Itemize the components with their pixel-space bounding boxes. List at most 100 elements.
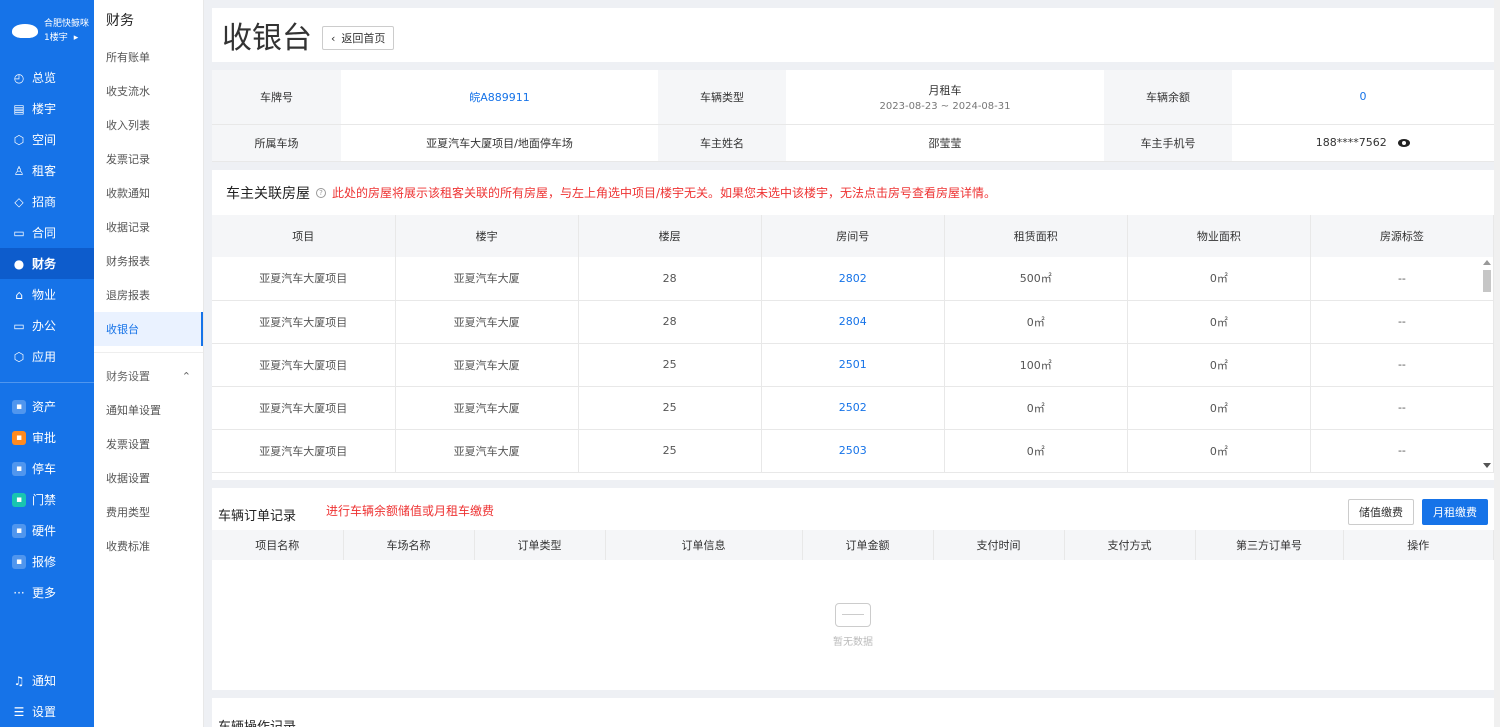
nav-app-label: 审批 [32,431,57,445]
submenu-item[interactable]: 收款通知 [94,176,203,210]
owner-name-label: 车主姓名 [658,124,786,162]
nav-app-5[interactable]: ▪ 报修 [0,546,94,577]
page-scrollbar[interactable] [1494,0,1500,727]
nav-item-8[interactable]: ▭ 办公 [0,310,94,341]
nav-app-label: 硬件 [32,524,57,538]
scroll-down-arrow-icon[interactable] [1483,463,1491,468]
nav-item-4[interactable]: ◇ 招商 [0,186,94,217]
submenu-setting-item[interactable]: 费用类型 [94,495,203,529]
nav-item-settings[interactable]: ☰ 设置 [0,696,94,727]
tag-icon: ◇ [14,194,24,209]
table-cell: 亚夏汽车大厦项目 [212,343,396,387]
nav-app-1[interactable]: ▪ 审批 [0,422,94,453]
help-icon[interactable]: ? [316,187,326,198]
orders-column-header: 支付方式 [1064,530,1196,560]
table-row: 亚夏汽车大厦项目 亚夏汽车大厦 28 2804 0㎡ 0㎡ -- [212,300,1495,344]
table-cell: 亚夏汽车大厦项目 [212,300,396,344]
rooms-scrollbar[interactable] [1482,258,1492,470]
nav-item-notify[interactable]: ♫ 通知 [0,665,94,696]
dashboard-icon: ◴ [13,70,25,85]
submenu-setting-item[interactable]: 收据设置 [94,461,203,495]
submenu-item[interactable]: 发票记录 [94,142,203,176]
submenu-divider [94,352,203,353]
orders-column-header: 车场名称 [343,530,475,560]
nav-app-3[interactable]: ▪ 门禁 [0,484,94,515]
submenu-item[interactable]: 收入列表 [94,108,203,142]
deposit-pay-button[interactable]: 储值缴费 [1348,499,1414,525]
submenu-item[interactable]: 收银台 [94,312,203,346]
table-cell: 2502 [761,386,945,430]
submenu-item[interactable]: 退房报表 [94,278,203,312]
table-cell: 亚夏汽车大厦 [395,429,579,473]
table-cell: 0㎡ [944,386,1128,430]
finance-icon: ● [13,256,25,271]
submenu-item[interactable]: 财务报表 [94,244,203,278]
nav-item-9[interactable]: ⬡ 应用 [0,341,94,372]
submenu-item[interactable]: 收支流水 [94,74,203,108]
submenu-item[interactable]: 收据记录 [94,210,203,244]
nav-item-5[interactable]: ▭ 合同 [0,217,94,248]
eye-icon[interactable] [1398,139,1411,147]
nav-item-more[interactable]: ··· 更多 [0,577,94,608]
owner-phone-label: 车主手机号 [1104,124,1232,162]
nav-app-4[interactable]: ▪ 硬件 [0,515,94,546]
hardware-icon: ▪ [12,523,26,538]
balance-value[interactable]: 0 [1360,90,1367,103]
plate-link[interactable]: 皖A889911 [469,91,530,104]
building-icon: ▤ [13,101,25,116]
table-cell: 0㎡ [1127,300,1311,344]
table-cell: 0㎡ [944,429,1128,473]
nav-item-3[interactable]: ♙ 租客 [0,155,94,186]
building-selector[interactable]: 1楼宇 [44,31,68,45]
nav-item-2[interactable]: ⬡ 空间 [0,124,94,155]
submenu-title: 财务 [106,13,134,29]
orders-column-header: 第三方订单号 [1195,530,1344,560]
nav-item-0[interactable]: ◴ 总览 [0,62,94,93]
submenu-group-toggle[interactable]: 财务设置 ⌃ [94,359,203,393]
table-cell: 亚夏汽车大厦 [395,257,579,301]
finance-submenu: 财务 所有账单 收支流水 收入列表 发票记录 收款通知 收据记录 财务报表 退房报表 收银台 财… [94,0,204,727]
submenu-item[interactable]: 所有账单 [94,40,203,74]
nav-item-6[interactable]: ● 财务 [0,248,94,279]
room-number-link[interactable]: 2804 [839,315,867,328]
room-number-link[interactable]: 2802 [839,272,867,285]
nav-item-7[interactable]: ⌂ 物业 [0,279,94,310]
nav-app-2[interactable]: ▪ 停车 [0,453,94,484]
room-number-link[interactable]: 2501 [839,358,867,371]
back-home-label: 返回首页 [341,32,386,45]
room-number-link[interactable]: 2503 [839,444,867,457]
page-title: 收银台 [222,21,312,56]
monitor-icon: ▭ [13,318,25,333]
menu-icon: ☰ [13,704,25,719]
nav-item-label: 通知 [32,674,57,688]
table-cell: -- [1310,429,1495,473]
submenu-setting-item[interactable]: 通知单设置 [94,393,203,427]
nav-item-label: 办公 [32,319,57,333]
nav-item-1[interactable]: ▤ 楼宇 [0,93,94,124]
table-cell: 500㎡ [944,257,1128,301]
nav-app-0[interactable]: ▪ 资产 [0,391,94,422]
scroll-thumb[interactable] [1483,270,1491,292]
scroll-up-arrow-icon[interactable] [1483,260,1491,265]
submenu-setting-item[interactable]: 发票设置 [94,427,203,461]
brand[interactable]: 合肥快鲸咪 1楼宇 ▸ [0,0,94,62]
apps-icon: ⬡ [13,349,25,364]
back-home-button[interactable]: ‹ 返回首页 [322,26,395,50]
table-cell: -- [1310,343,1495,387]
table-cell: 28 [578,300,762,344]
table-cell: 亚夏汽车大厦 [395,343,579,387]
table-cell: 0㎡ [1127,386,1311,430]
room-number-link[interactable]: 2502 [839,401,867,414]
rooms-title: 车主关联房屋 [226,185,310,202]
table-row: 亚夏汽车大厦项目 亚夏汽车大厦 25 2501 100㎡ 0㎡ -- [212,343,1495,387]
table-cell: 0㎡ [1127,343,1311,387]
orders-column-header: 操作 [1343,530,1494,560]
nav-item-label: 合同 [32,226,57,240]
bell-icon: ♫ [13,673,25,688]
nav-item-label: 总览 [32,71,57,85]
main-content: 收银台 ‹ 返回首页 车牌号 皖A889911 车辆类型 月租车 2023-08… [204,0,1500,727]
table-cell: 2503 [761,429,945,473]
monthly-pay-button[interactable]: 月租缴费 [1422,499,1488,525]
submenu-setting-item[interactable]: 收费标准 [94,529,203,563]
users-icon: ♙ [13,163,25,178]
